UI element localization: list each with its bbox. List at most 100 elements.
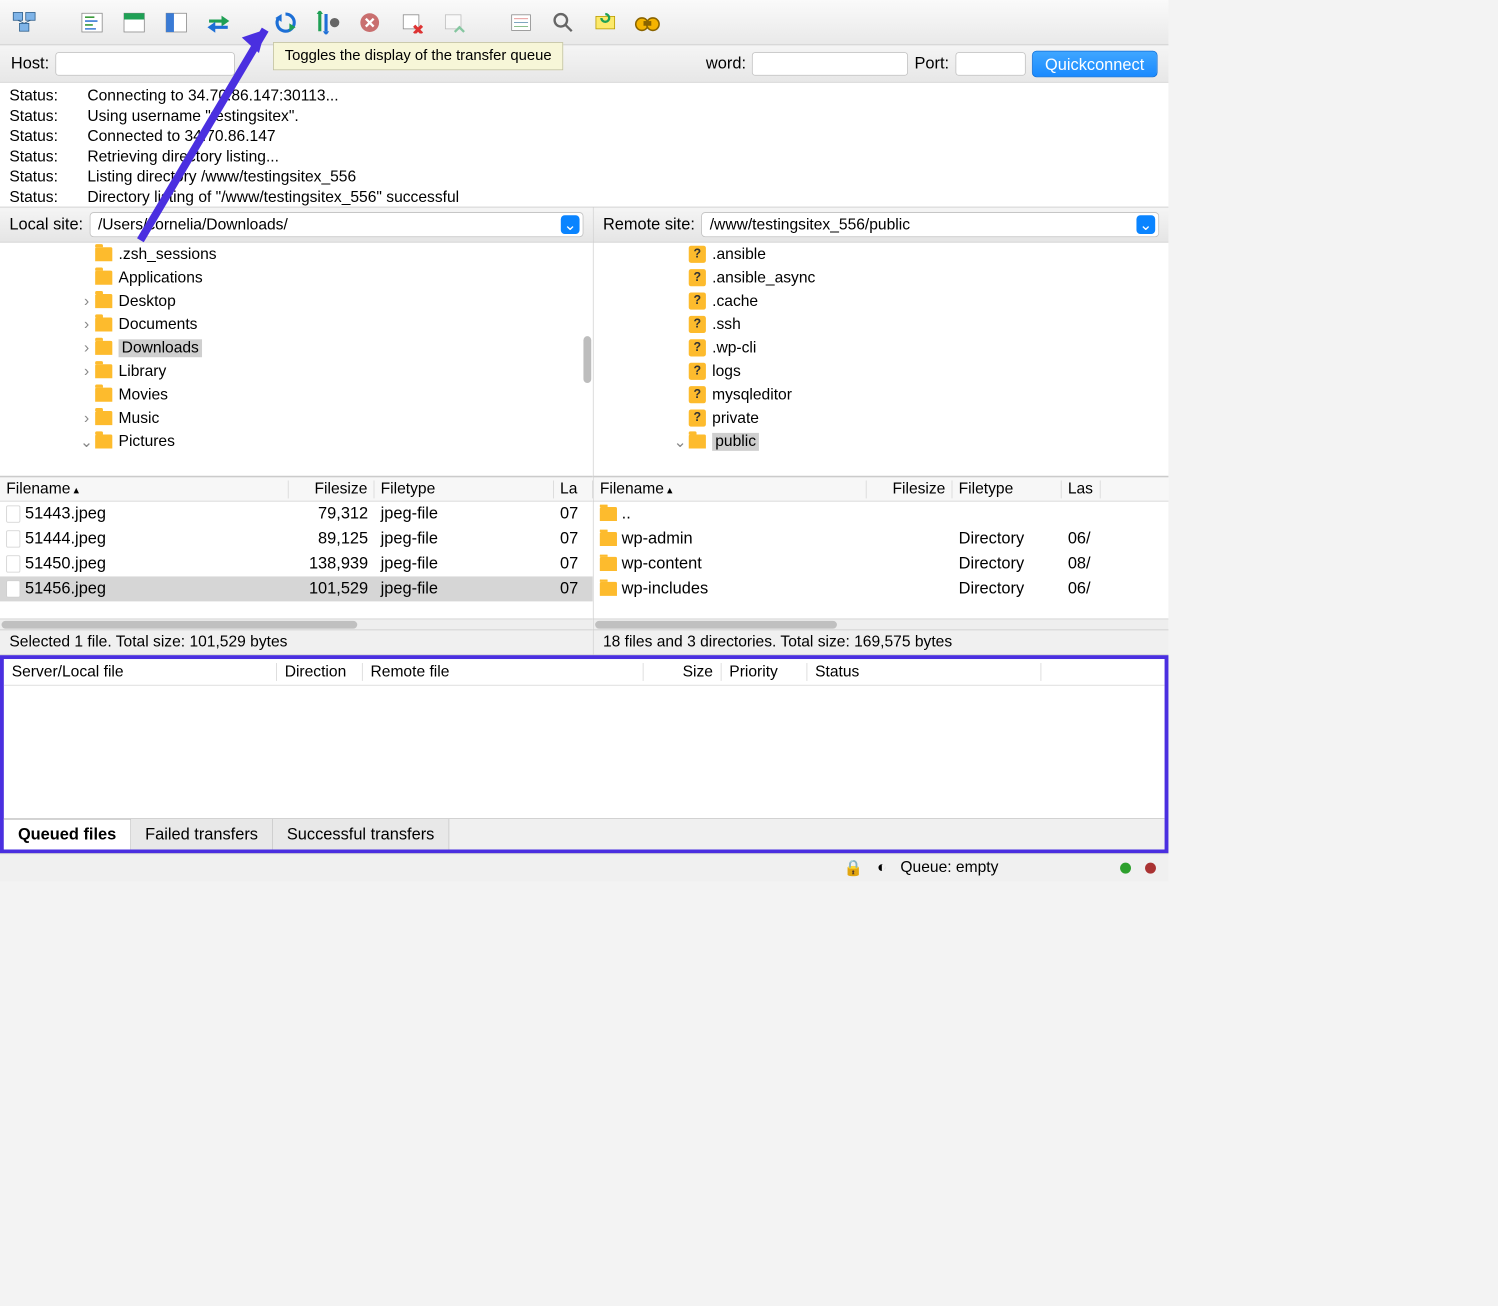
binoculars-icon[interactable]	[633, 8, 661, 36]
col-direction: Direction	[277, 663, 363, 681]
col-filename: Filename	[594, 480, 867, 498]
queue-status: Queue: empty	[900, 859, 998, 877]
col-filetype: Filetype	[374, 480, 553, 498]
tree-item[interactable]: ?logs	[594, 360, 1169, 383]
file-row[interactable]: wp-includesDirectory06/	[594, 576, 1169, 601]
led-red-icon	[1145, 862, 1156, 873]
local-site-label: Local site:	[9, 215, 83, 234]
tree-item[interactable]: ›Library	[0, 360, 593, 383]
tab-successful-transfers[interactable]: Successful transfers	[273, 819, 449, 849]
file-row[interactable]: 51450.jpeg138,939jpeg-file07	[0, 551, 593, 576]
h-scrollbar[interactable]	[0, 619, 593, 630]
log-row: Status:Connected to 34.70.86.147	[9, 126, 1159, 146]
file-row[interactable]: wp-contentDirectory08/	[594, 551, 1169, 576]
toggle-local-tree-icon[interactable]	[120, 8, 148, 36]
local-file-header[interactable]: Filename Filesize Filetype La	[0, 477, 593, 502]
site-manager-icon[interactable]	[11, 8, 39, 36]
tab-queued-files[interactable]: Queued files	[4, 819, 131, 849]
tree-item[interactable]: ?.ssh	[594, 313, 1169, 336]
quickconnect-bar: Host: Username: word: Port: Quickconnect	[0, 45, 1168, 82]
col-modified: La	[554, 480, 593, 498]
col-server-file: Server/Local file	[4, 663, 277, 681]
col-modified: Las	[1062, 480, 1101, 498]
led-green-icon	[1120, 862, 1131, 873]
refresh-icon[interactable]	[271, 8, 299, 36]
log-row: Status:Connecting to 34.70.86.147:30113.…	[9, 86, 1159, 106]
remote-status: 18 files and 3 directories. Total size: …	[594, 629, 1169, 654]
tree-item[interactable]: ?private	[594, 406, 1169, 429]
col-filename: Filename	[0, 480, 289, 498]
scrollbar[interactable]	[583, 336, 591, 383]
file-row[interactable]: ..	[594, 502, 1169, 527]
col-priority: Priority	[722, 663, 808, 681]
tree-item[interactable]: Movies	[0, 383, 593, 406]
tree-item[interactable]: ?mysqleditor	[594, 383, 1169, 406]
queue-body[interactable]	[4, 686, 1165, 819]
local-file-list[interactable]: 51443.jpeg79,312jpeg-file0751444.jpeg89,…	[0, 502, 593, 619]
tree-item[interactable]: .zsh_sessions	[0, 243, 593, 266]
tree-item[interactable]: ?.wp-cli	[594, 336, 1169, 359]
remote-site-label: Remote site:	[603, 215, 695, 234]
remote-path-combo[interactable]: /www/testingsitex_556/public ⌄	[701, 212, 1159, 237]
host-input[interactable]	[55, 52, 234, 75]
col-remote-file: Remote file	[363, 663, 644, 681]
port-input[interactable]	[955, 52, 1025, 75]
cancel-icon[interactable]	[356, 8, 384, 36]
local-tree[interactable]: .zsh_sessionsApplications›Desktop›Docume…	[0, 243, 593, 477]
tab-failed-transfers[interactable]: Failed transfers	[131, 819, 273, 849]
remote-tree[interactable]: ?.ansible?.ansible_async?.cache?.ssh?.wp…	[594, 243, 1169, 477]
tooltip: Toggles the display of the transfer queu…	[273, 42, 563, 70]
search-icon[interactable]	[549, 8, 577, 36]
tree-item[interactable]: ?.cache	[594, 289, 1169, 312]
log-row: Status:Using username "testingsitex".	[9, 106, 1159, 126]
log-row: Status:Listing directory /www/testingsit…	[9, 167, 1159, 187]
col-status: Status	[807, 663, 1041, 681]
file-row[interactable]: 51443.jpeg79,312jpeg-file07	[0, 502, 593, 527]
filter-icon[interactable]	[507, 8, 535, 36]
tree-item[interactable]: ›Desktop	[0, 289, 593, 312]
local-path-combo[interactable]: /Users/cornelia/Downloads/ ⌄	[89, 212, 583, 237]
compare-icon[interactable]	[591, 8, 619, 36]
process-queue-icon[interactable]	[314, 8, 342, 36]
tree-item[interactable]: Applications	[0, 266, 593, 289]
file-row[interactable]: wp-adminDirectory06/	[594, 527, 1169, 552]
tree-item[interactable]: ?.ansible_async	[594, 266, 1169, 289]
chevron-down-icon[interactable]: ⌄	[561, 215, 580, 234]
tree-item[interactable]: ?.ansible	[594, 243, 1169, 266]
main-toolbar: Toggles the display of the transfer queu…	[0, 0, 1168, 45]
status-bar: 🔒 ◐ Queue: empty	[0, 853, 1168, 881]
h-scrollbar[interactable]	[594, 619, 1169, 630]
tree-item[interactable]: ›Downloads	[0, 336, 593, 359]
col-filesize: Filesize	[289, 480, 375, 498]
tree-item[interactable]: ›Music	[0, 406, 593, 429]
quickconnect-button[interactable]: Quickconnect	[1032, 50, 1158, 77]
file-row[interactable]: 51456.jpeg101,529jpeg-file07	[0, 576, 593, 601]
tree-item[interactable]: ›Documents	[0, 313, 593, 336]
queue-header[interactable]: Server/Local file Direction Remote file …	[4, 659, 1165, 686]
tree-item[interactable]: ⌄public	[594, 430, 1169, 453]
password-label: word:	[706, 54, 746, 73]
remote-file-list[interactable]: ..wp-adminDirectory06/wp-contentDirector…	[594, 502, 1169, 619]
chevron-down-icon[interactable]: ⌄	[1136, 215, 1155, 234]
local-status: Selected 1 file. Total size: 101,529 byt…	[0, 629, 593, 654]
toggle-log-icon[interactable]	[78, 8, 106, 36]
tree-item[interactable]: ⌄Pictures	[0, 430, 593, 453]
reconnect-icon[interactable]	[440, 8, 468, 36]
toggle-queue-icon[interactable]	[204, 8, 232, 36]
remote-file-header[interactable]: Filename Filesize Filetype Las	[594, 477, 1169, 502]
lock-icon: 🔒	[843, 858, 862, 878]
host-label: Host:	[11, 54, 49, 73]
toggle-remote-tree-icon[interactable]	[162, 8, 190, 36]
clock-icon: ◐	[877, 859, 886, 877]
remote-path-text: /www/testingsitex_556/public	[710, 216, 1137, 234]
disconnect-icon[interactable]	[398, 8, 426, 36]
col-size: Size	[644, 663, 722, 681]
message-log[interactable]: Status:Connecting to 34.70.86.147:30113.…	[0, 83, 1168, 208]
log-row: Status:Directory listing of "/www/testin…	[9, 187, 1159, 207]
col-filetype: Filetype	[952, 480, 1061, 498]
col-filesize: Filesize	[867, 480, 953, 498]
password-input[interactable]	[752, 52, 908, 75]
port-label: Port:	[914, 54, 949, 73]
file-row[interactable]: 51444.jpeg89,125jpeg-file07	[0, 527, 593, 552]
log-row: Status:Retrieving directory listing...	[9, 147, 1159, 167]
